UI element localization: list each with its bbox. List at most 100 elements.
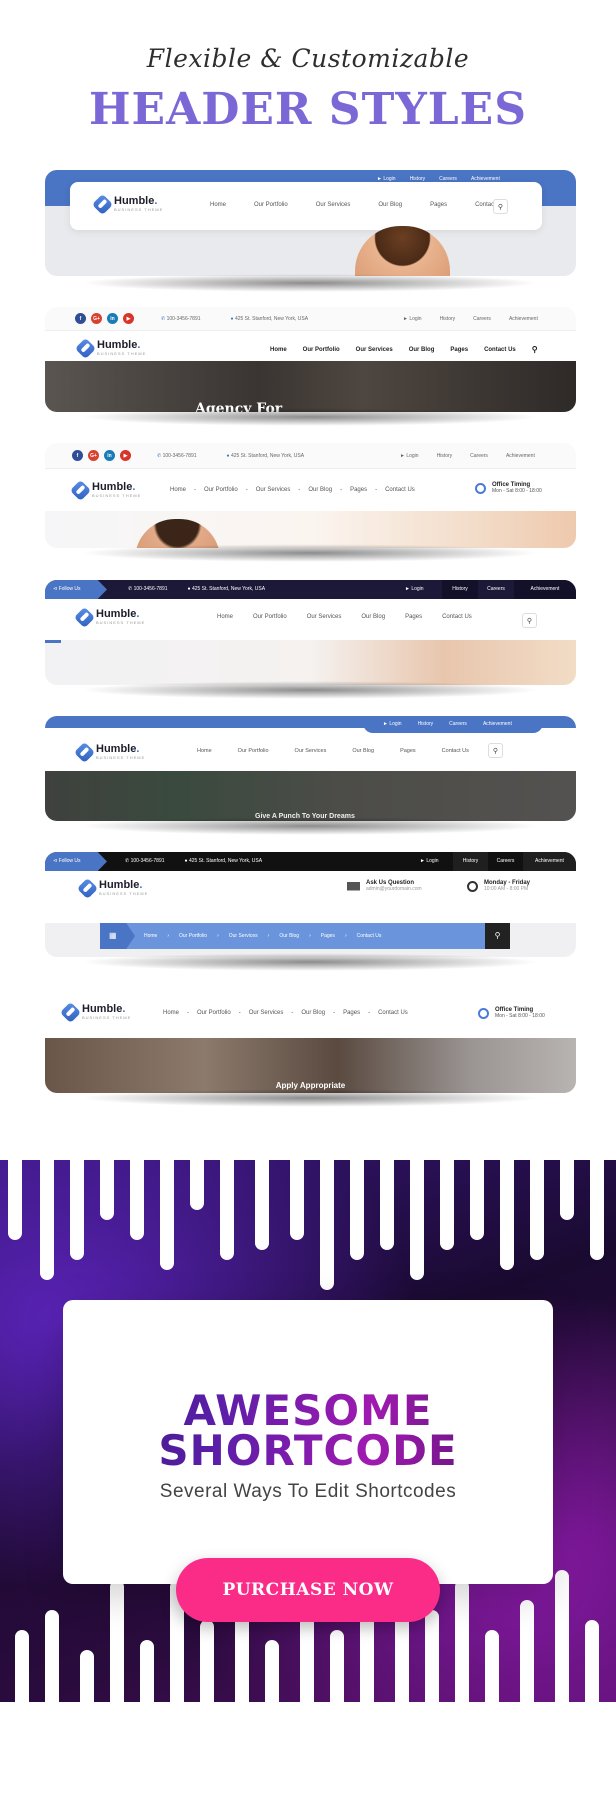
facebook-icon[interactable]: f	[72, 450, 83, 461]
nav-portfolio[interactable]: Our Portfolio	[303, 347, 340, 353]
nav-blog[interactable]: Our Blog	[279, 933, 299, 939]
nav-services[interactable]: Our Services	[256, 487, 291, 493]
nav-contact[interactable]: Contact Us	[357, 933, 382, 939]
menu-icon[interactable]: ▦	[100, 923, 135, 949]
careers-link[interactable]: Careers	[470, 453, 488, 459]
history-link[interactable]: History	[440, 316, 456, 322]
nav-contact[interactable]: Contact Us	[484, 347, 516, 353]
phone-info: ✆ 100-3456-7891	[125, 858, 165, 864]
follow-us-tab[interactable]: ⊲ Follow Us	[45, 852, 107, 871]
nav-home[interactable]: Home	[210, 202, 226, 208]
google-plus-icon[interactable]: G+	[91, 313, 102, 324]
nav-home[interactable]: Home	[170, 487, 186, 493]
nav-pages[interactable]: Pages	[321, 933, 335, 939]
history-link[interactable]: History	[418, 721, 434, 727]
history-link[interactable]: History	[453, 852, 488, 871]
nav-services[interactable]: Our Services	[307, 614, 342, 620]
nav-contact[interactable]: Contact Us	[378, 1010, 408, 1016]
nav-portfolio[interactable]: Our Portfolio	[204, 487, 238, 493]
nav-contact[interactable]: Contact Us	[385, 487, 415, 493]
nav-home[interactable]: Home	[270, 347, 287, 353]
logo[interactable]: Humble. BUSINESS THEME	[91, 193, 163, 215]
nav-home[interactable]: Home	[217, 614, 233, 620]
nav-contact[interactable]: Contact Us	[442, 748, 469, 754]
search-button[interactable]: ⚲	[493, 199, 508, 214]
drip	[100, 1140, 114, 1220]
nav-portfolio[interactable]: Our Portfolio	[179, 933, 207, 939]
nav-home[interactable]: Home	[163, 1010, 179, 1016]
nav-pages[interactable]: Pages	[343, 1010, 360, 1016]
nav-pages[interactable]: Pages	[350, 487, 367, 493]
nav-blog[interactable]: Our Blog	[409, 347, 435, 353]
nav-pages[interactable]: Pages	[405, 614, 422, 620]
drip	[255, 1140, 269, 1250]
nav-pages[interactable]: Pages	[430, 202, 447, 208]
history-link[interactable]: History	[437, 453, 453, 459]
login-link[interactable]: ► Login	[400, 453, 419, 459]
nav-blog[interactable]: Our Blog	[301, 1010, 325, 1016]
header-5-photo: Give A Punch To Your Dreams	[45, 771, 576, 821]
login-link[interactable]: ► Login	[420, 858, 439, 864]
youtube-icon[interactable]: ▶	[120, 450, 131, 461]
nav-services[interactable]: Our Services	[249, 1010, 284, 1016]
nav-home[interactable]: Home	[197, 748, 212, 754]
history-link[interactable]: History	[442, 580, 478, 599]
drip	[440, 1140, 454, 1250]
linkedin-icon[interactable]: in	[107, 313, 118, 324]
logo[interactable]: Humble. BUSINESS THEME	[74, 337, 146, 359]
login-link[interactable]: ► Login	[403, 316, 422, 322]
logo[interactable]: Humble. BUSINESS THEME	[73, 741, 145, 763]
achievement-link[interactable]: Achievement	[509, 316, 538, 322]
nav-blog[interactable]: Our Blog	[361, 614, 385, 620]
card-shadow	[80, 681, 540, 699]
logo[interactable]: Humble. BUSINESS THEME	[59, 1001, 131, 1023]
google-plus-icon[interactable]: G+	[88, 450, 99, 461]
achievement-link[interactable]: Achievement	[506, 453, 535, 459]
address-info: ● 425 St. Stanford, New York, USA	[184, 858, 263, 864]
facebook-icon[interactable]: f	[75, 313, 86, 324]
nav-services[interactable]: Our Services	[295, 748, 327, 754]
nav-contact[interactable]: Contact Us	[442, 614, 472, 620]
search-button[interactable]: ⚲	[488, 743, 503, 758]
header-3-topbar: f G+ in ▶ ✆ 100-3456-7891 ● 425 St. Stan…	[45, 443, 576, 469]
phone-icon: ✆	[157, 453, 162, 459]
search-icon[interactable]: ⚲	[532, 345, 538, 354]
linkedin-icon[interactable]: in	[104, 450, 115, 461]
nav-portfolio[interactable]: Our Portfolio	[238, 748, 269, 754]
youtube-icon[interactable]: ▶	[123, 313, 134, 324]
drip	[160, 1140, 174, 1270]
logo[interactable]: Humble. BUSINESS THEME	[69, 479, 141, 501]
nav-portfolio[interactable]: Our Portfolio	[197, 1010, 231, 1016]
header-style-7: Humble. BUSINESS THEME Home - Our Portfoli…	[45, 988, 576, 1093]
logo[interactable]: Humble. BUSINESS THEME	[73, 606, 145, 628]
achievement-link[interactable]: Achievement	[523, 852, 576, 871]
follow-us-tab[interactable]: ⊲ Follow Us	[45, 580, 107, 599]
nav-blog[interactable]: Our Blog	[352, 748, 374, 754]
nav-portfolio[interactable]: Our Portfolio	[254, 202, 288, 208]
careers-link[interactable]: Careers	[488, 852, 523, 871]
nav-services[interactable]: Our Services	[316, 202, 351, 208]
nav-services[interactable]: Our Services	[356, 347, 393, 353]
drip	[320, 1140, 334, 1290]
nav-pages[interactable]: Pages	[450, 347, 468, 353]
nav-blog[interactable]: Our Blog	[378, 202, 402, 208]
login-link[interactable]: ► Login	[405, 586, 424, 592]
purchase-now-button[interactable]: PURCHASE NOW	[176, 1558, 440, 1622]
achievement-link[interactable]: Achievement	[483, 721, 512, 727]
achievement-link[interactable]: Achievement	[514, 580, 576, 599]
nav-services[interactable]: Our Services	[229, 933, 258, 939]
login-link[interactable]: ► Login	[383, 721, 402, 727]
nav-blog[interactable]: Our Blog	[308, 487, 332, 493]
nav-home[interactable]: Home	[144, 933, 157, 939]
nav-portfolio[interactable]: Our Portfolio	[253, 614, 287, 620]
logo[interactable]: Humble. BUSINESS THEME	[76, 877, 148, 899]
location-icon: ●	[226, 453, 230, 459]
careers-link[interactable]: Careers	[473, 316, 491, 322]
promo-subtitle: Several Ways To Edit Shortcodes	[159, 1481, 457, 1502]
search-button[interactable]: ⚲	[485, 923, 510, 949]
nav-pages[interactable]: Pages	[400, 748, 416, 754]
careers-link[interactable]: Careers	[449, 721, 467, 727]
logo-icon	[74, 337, 97, 359]
search-button[interactable]: ⚲	[522, 613, 537, 628]
careers-link[interactable]: Careers	[478, 580, 514, 599]
